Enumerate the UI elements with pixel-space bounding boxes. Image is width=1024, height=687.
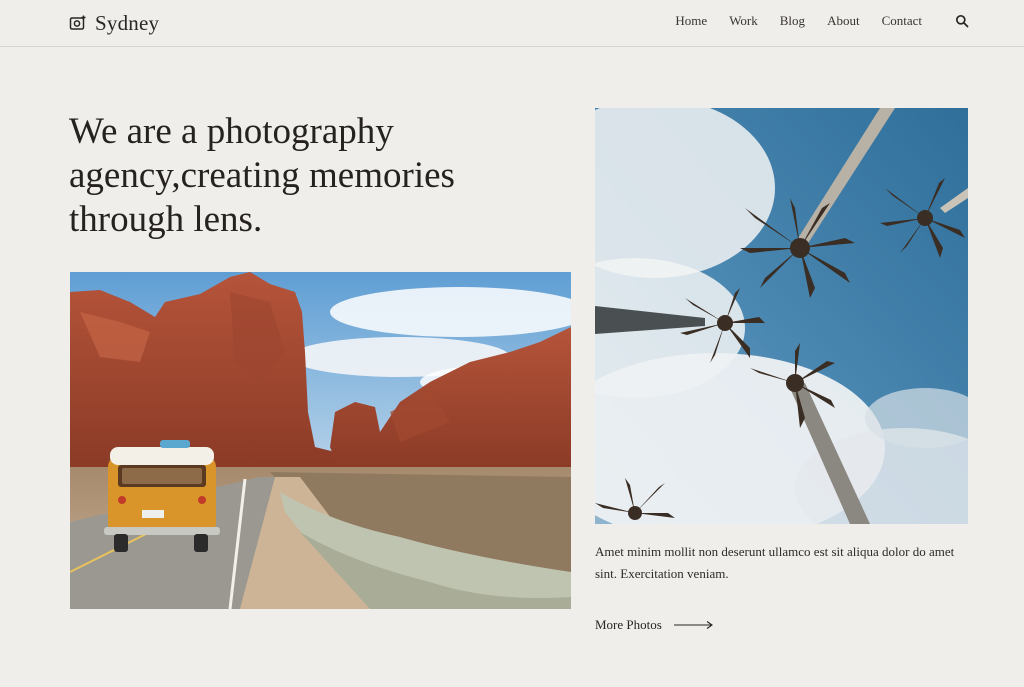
camera-icon (69, 15, 86, 30)
hero-title: We are a photography agency,creating mem… (69, 111, 455, 240)
more-photos-label: More Photos (595, 617, 662, 632)
nav-blog[interactable]: Blog (780, 13, 805, 29)
search-icon[interactable] (955, 14, 969, 28)
feature-caption: Amet minim mollit non deserunt ullamco e… (595, 544, 955, 581)
arrow-right-icon (673, 621, 713, 629)
nav-contact[interactable]: Contact (882, 13, 922, 29)
nav-home[interactable]: Home (675, 13, 707, 29)
desert-road-photo (70, 272, 571, 609)
palm-trees-photo (595, 108, 968, 524)
nav-about[interactable]: About (827, 13, 860, 29)
site-header: Sydney Home Work Blog About Contact (0, 0, 1024, 47)
nav-work[interactable]: Work (729, 13, 758, 29)
more-photos-link[interactable]: More Photos (595, 617, 714, 633)
main-nav: Home Work Blog About Contact (653, 13, 922, 29)
brand-logo[interactable]: Sydney (69, 10, 159, 36)
brand-name: Sydney (95, 10, 160, 35)
